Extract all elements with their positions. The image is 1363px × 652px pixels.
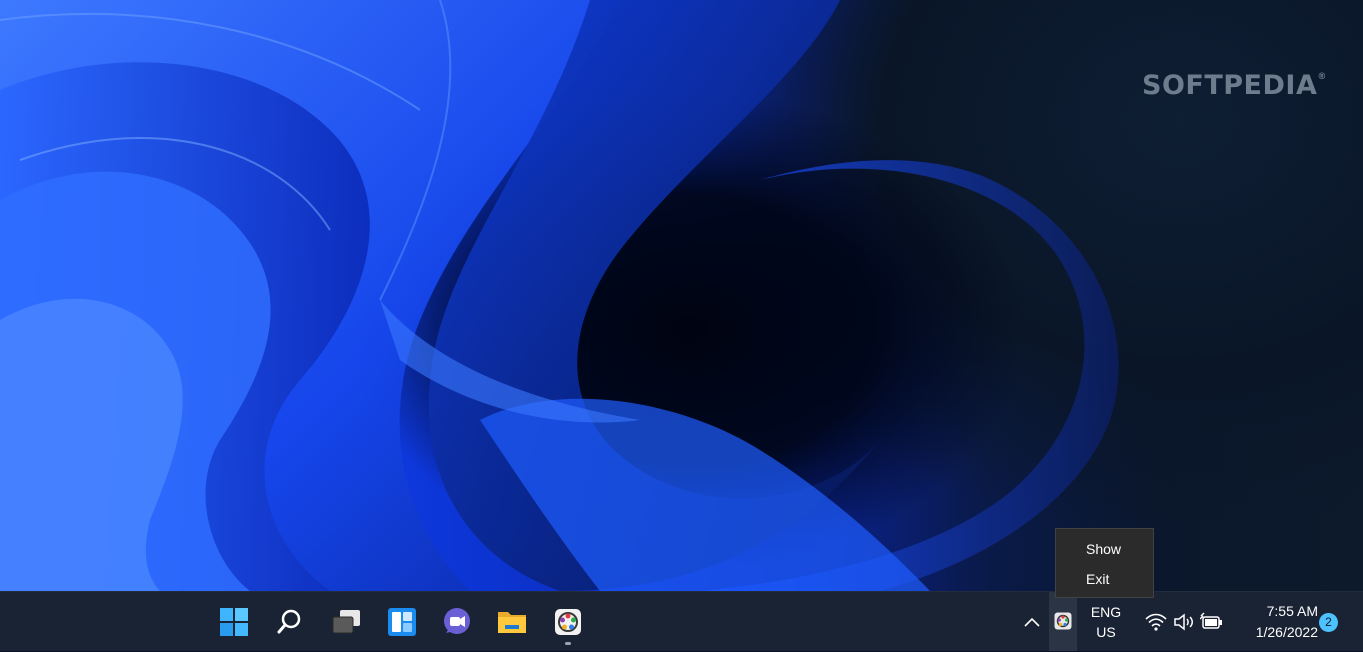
desktop-wallpaper: SOFTPEDIA® xyxy=(0,0,1363,591)
input-language-indicator[interactable]: ENG US xyxy=(1082,602,1130,642)
tray-app-button[interactable] xyxy=(1049,592,1077,651)
show-hidden-icons-button[interactable] xyxy=(1016,592,1048,652)
battery-icon xyxy=(1200,612,1222,629)
notification-count-badge[interactable]: 2 xyxy=(1319,613,1338,632)
widgets-button[interactable] xyxy=(382,592,422,652)
taskbar: ENG US 7:55 AM 1/26/2022 2 xyxy=(0,591,1363,651)
start-button[interactable] xyxy=(214,592,254,652)
menu-item-exit[interactable]: Exit xyxy=(1056,565,1153,593)
teams-chat-icon xyxy=(444,608,470,634)
menu-item-show[interactable]: Show xyxy=(1056,535,1153,563)
task-view-button[interactable] xyxy=(326,592,366,652)
volume-icon xyxy=(1174,613,1193,631)
chevron-up-icon xyxy=(1024,617,1040,627)
running-indicator xyxy=(565,642,571,645)
tray-context-menu: Show Exit xyxy=(1055,528,1154,598)
language-code: ENG xyxy=(1090,604,1122,620)
chat-button[interactable] xyxy=(437,592,477,652)
windows-start-icon xyxy=(220,608,248,636)
wifi-icon xyxy=(1145,613,1167,631)
language-region: US xyxy=(1096,624,1116,640)
softpedia-watermark: SOFTPEDIA® xyxy=(1142,70,1327,101)
task-view-icon xyxy=(332,610,360,634)
clock[interactable]: 7:55 AM 1/26/2022 xyxy=(1232,601,1318,643)
clock-date: 1/26/2022 xyxy=(1255,624,1318,640)
file-explorer-icon xyxy=(498,612,526,633)
search-button[interactable] xyxy=(270,592,310,652)
widgets-icon xyxy=(388,608,416,636)
clock-time: 7:55 AM xyxy=(1266,603,1318,619)
quick-settings-button[interactable] xyxy=(1139,592,1229,652)
file-explorer-button[interactable] xyxy=(492,592,532,652)
search-icon xyxy=(277,609,301,634)
tray-app-icon xyxy=(1054,612,1072,630)
app-icon xyxy=(555,609,581,635)
